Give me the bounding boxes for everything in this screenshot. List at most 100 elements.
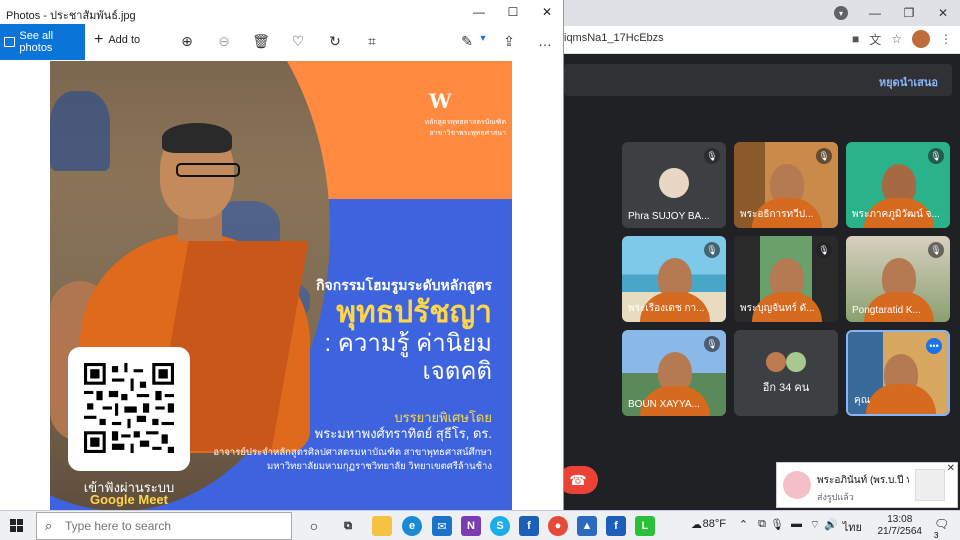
weather-temp[interactable]: 88°F [703, 518, 726, 530]
task-view-icon[interactable]: ⧉ [338, 516, 358, 536]
photos-toolbar: See all photos + Add to ⊕ ⊖ 🗑 ♡ ↻ ⌗ ✎ ▾ … [0, 24, 563, 60]
taskbar: ⌕ ○ ⧉ e ✉ N S f ● ▲ f L ☁ 88°F ⌃ ⧉ 🎙 ▬ ⌔… [0, 510, 960, 540]
mic-off-icon: 🎙 [816, 242, 832, 258]
camera-icon[interactable]: ■ [852, 32, 859, 46]
participant-name: พระอธิการทวีป... [740, 209, 814, 220]
toast-title: พระอภินันท์ (พร.บ.ปี ๖๐) [817, 475, 909, 486]
minimize-button[interactable]: — [462, 0, 496, 24]
translate-icon[interactable]: 文 [869, 31, 881, 48]
see-all-photos-button[interactable]: See all photos [0, 24, 85, 60]
more-options-icon[interactable]: … [536, 33, 554, 49]
onenote-icon[interactable]: N [461, 516, 481, 536]
qr-code [84, 363, 174, 453]
poster-heading-line4: เจตคติ [422, 358, 493, 385]
chrome-minimize-button[interactable]: — [858, 0, 892, 26]
facebook-icon[interactable]: f [606, 516, 626, 536]
share-icon[interactable]: ⇪ [500, 33, 518, 50]
maximize-button[interactable]: ☐ [496, 0, 530, 24]
search-icon: ⌕ [45, 518, 53, 533]
add-to-button[interactable]: + Add to [94, 31, 141, 48]
windows-start-button[interactable] [10, 519, 24, 533]
mic-off-icon: 🎙 [704, 242, 720, 258]
chrome-close-button[interactable]: ✕ [926, 0, 960, 26]
facebook-icon[interactable]: f [519, 516, 539, 536]
edge-icon[interactable]: e [402, 516, 422, 536]
add-to-label: Add to [108, 34, 141, 46]
taskbar-clock[interactable]: 13:08 21/7/2564 [878, 514, 923, 538]
close-icon[interactable]: ✕ [947, 463, 955, 474]
taskbar-search[interactable]: ⌕ [36, 512, 292, 540]
participant-name: คุณ [854, 395, 870, 406]
delete-icon[interactable]: 🗑 [252, 33, 270, 50]
presenting-banner: หยุดนำเสนอ [564, 64, 952, 96]
speaker-title-line1: อาจารย์ประจำหลักสูตรศิลปศาสตรมหาบัณฑิต ส… [213, 447, 492, 458]
chrome-menu-icon[interactable]: ⋮ [940, 32, 952, 46]
see-all-label: See all photos [19, 30, 54, 54]
favorite-icon[interactable]: ♡ [289, 33, 307, 50]
skype-icon[interactable]: S [490, 516, 510, 536]
clock-time: 13:08 [887, 514, 913, 525]
stop-presenting-button[interactable]: หยุดนำเสนอ [879, 73, 938, 91]
mic-off-icon: 🎙 [928, 242, 944, 258]
tab-search-icon[interactable]: ▾ [834, 6, 848, 20]
star-icon[interactable]: ☆ [891, 32, 902, 46]
chevron-up-icon[interactable]: ⌃ [739, 518, 748, 531]
zoom-out-icon[interactable]: ⊖ [215, 33, 233, 50]
plus-icon: + [94, 31, 104, 48]
participant-tile[interactable]: 🎙 พระอธิการทวีป... [734, 142, 838, 228]
chevron-down-icon[interactable]: ▾ [474, 33, 492, 44]
profile-avatar[interactable] [912, 30, 930, 48]
self-tile[interactable]: ••• คุณ [846, 330, 950, 416]
line-icon[interactable]: L [635, 516, 655, 536]
participant-tile[interactable]: 🎙 พระเรืองเดช กา... [622, 236, 726, 322]
chrome-icon[interactable]: ● [548, 516, 568, 536]
toast-subtitle: ส่งรูปแล้ว [817, 492, 854, 502]
microphone-icon[interactable]: 🎙 [770, 518, 784, 531]
avatar [766, 352, 786, 372]
rotate-icon[interactable]: ↻ [326, 33, 344, 50]
cortana-icon[interactable]: ○ [304, 516, 324, 536]
participant-tile[interactable]: 🎙 Pongtaratid K... [846, 236, 950, 322]
clock-date: 21/7/2564 [877, 526, 923, 537]
participant-name: BOUN XAYYA... [628, 399, 700, 410]
avatar [783, 471, 811, 499]
end-call-button[interactable]: ☎ [558, 466, 598, 494]
battery-icon[interactable]: ▬ [791, 518, 802, 530]
participant-tile[interactable]: 🎙 พระภาคภูมิวัฒน์ จ... [846, 142, 950, 228]
notification-center-icon[interactable]: 🗨3 [934, 517, 950, 540]
participant-name: Phra SUJOY BA... [628, 211, 710, 222]
chrome-restore-button[interactable]: ❐ [892, 0, 926, 26]
poster-image: W หลักสูตรพุทธศาสตรบัณฑิต สาขาวิชาพระพุท… [50, 61, 512, 510]
crop-icon[interactable]: ⌗ [363, 33, 381, 50]
program-line2: สาขาวิชาพระพุทธศาสนา [429, 130, 506, 137]
toast-thumbnail [915, 469, 945, 501]
mail-icon[interactable]: ✉ [432, 516, 452, 536]
participant-name: พระบุญจันทร์ ดั... [740, 303, 815, 314]
address-bar-url[interactable]: iqmsNa1_17HcEbzs [564, 32, 664, 44]
network-icon[interactable]: ⌔ [810, 518, 820, 532]
search-input[interactable] [65, 519, 285, 533]
zoom-in-icon[interactable]: ⊕ [178, 33, 196, 50]
file-explorer-icon[interactable] [372, 516, 392, 536]
close-button[interactable]: ✕ [530, 0, 563, 24]
participant-tile[interactable]: 🎙 BOUN XAYYA... [622, 330, 726, 416]
input-language[interactable]: ไทย [843, 518, 862, 536]
weather-icon[interactable]: ☁ [691, 518, 702, 531]
speaking-icon: ••• [926, 338, 942, 354]
photos-titlebar: Photos - ประชาสัมพันธ์.jpg — ☐ ✕ [0, 0, 563, 24]
window-title: Photos - ประชาสัมพันธ์.jpg [6, 10, 136, 22]
participant-name: พระภาคภูมิวัฒน์ จ... [852, 209, 940, 220]
mic-off-icon: 🎙 [816, 148, 832, 164]
participant-tile[interactable]: 🎙 Phra SUJOY BA... [622, 142, 726, 228]
participant-tile[interactable]: 🎙 พระบุญจันทร์ ดั... [734, 236, 838, 322]
program-line1: หลักสูตรพุทธศาสตรบัณฑิต [424, 119, 506, 126]
photos-window: Photos - ประชาสัมพันธ์.jpg — ☐ ✕ See all… [0, 0, 564, 510]
google-meet-label: Google Meet [89, 492, 168, 507]
mic-off-icon: 🎙 [704, 148, 720, 164]
more-participants-tile[interactable]: อีก 34 คน [734, 330, 838, 416]
app-tray-icon[interactable]: ⧉ [758, 518, 766, 531]
photos-icon[interactable]: ▲ [577, 516, 597, 536]
university-logo: W [429, 89, 452, 113]
volume-icon[interactable]: 🔊 [824, 518, 838, 531]
notification-toast[interactable]: พระอภินันท์ (พร.บ.ปี ๖๐) ส่งรูปแล้ว ✕ [776, 462, 958, 508]
